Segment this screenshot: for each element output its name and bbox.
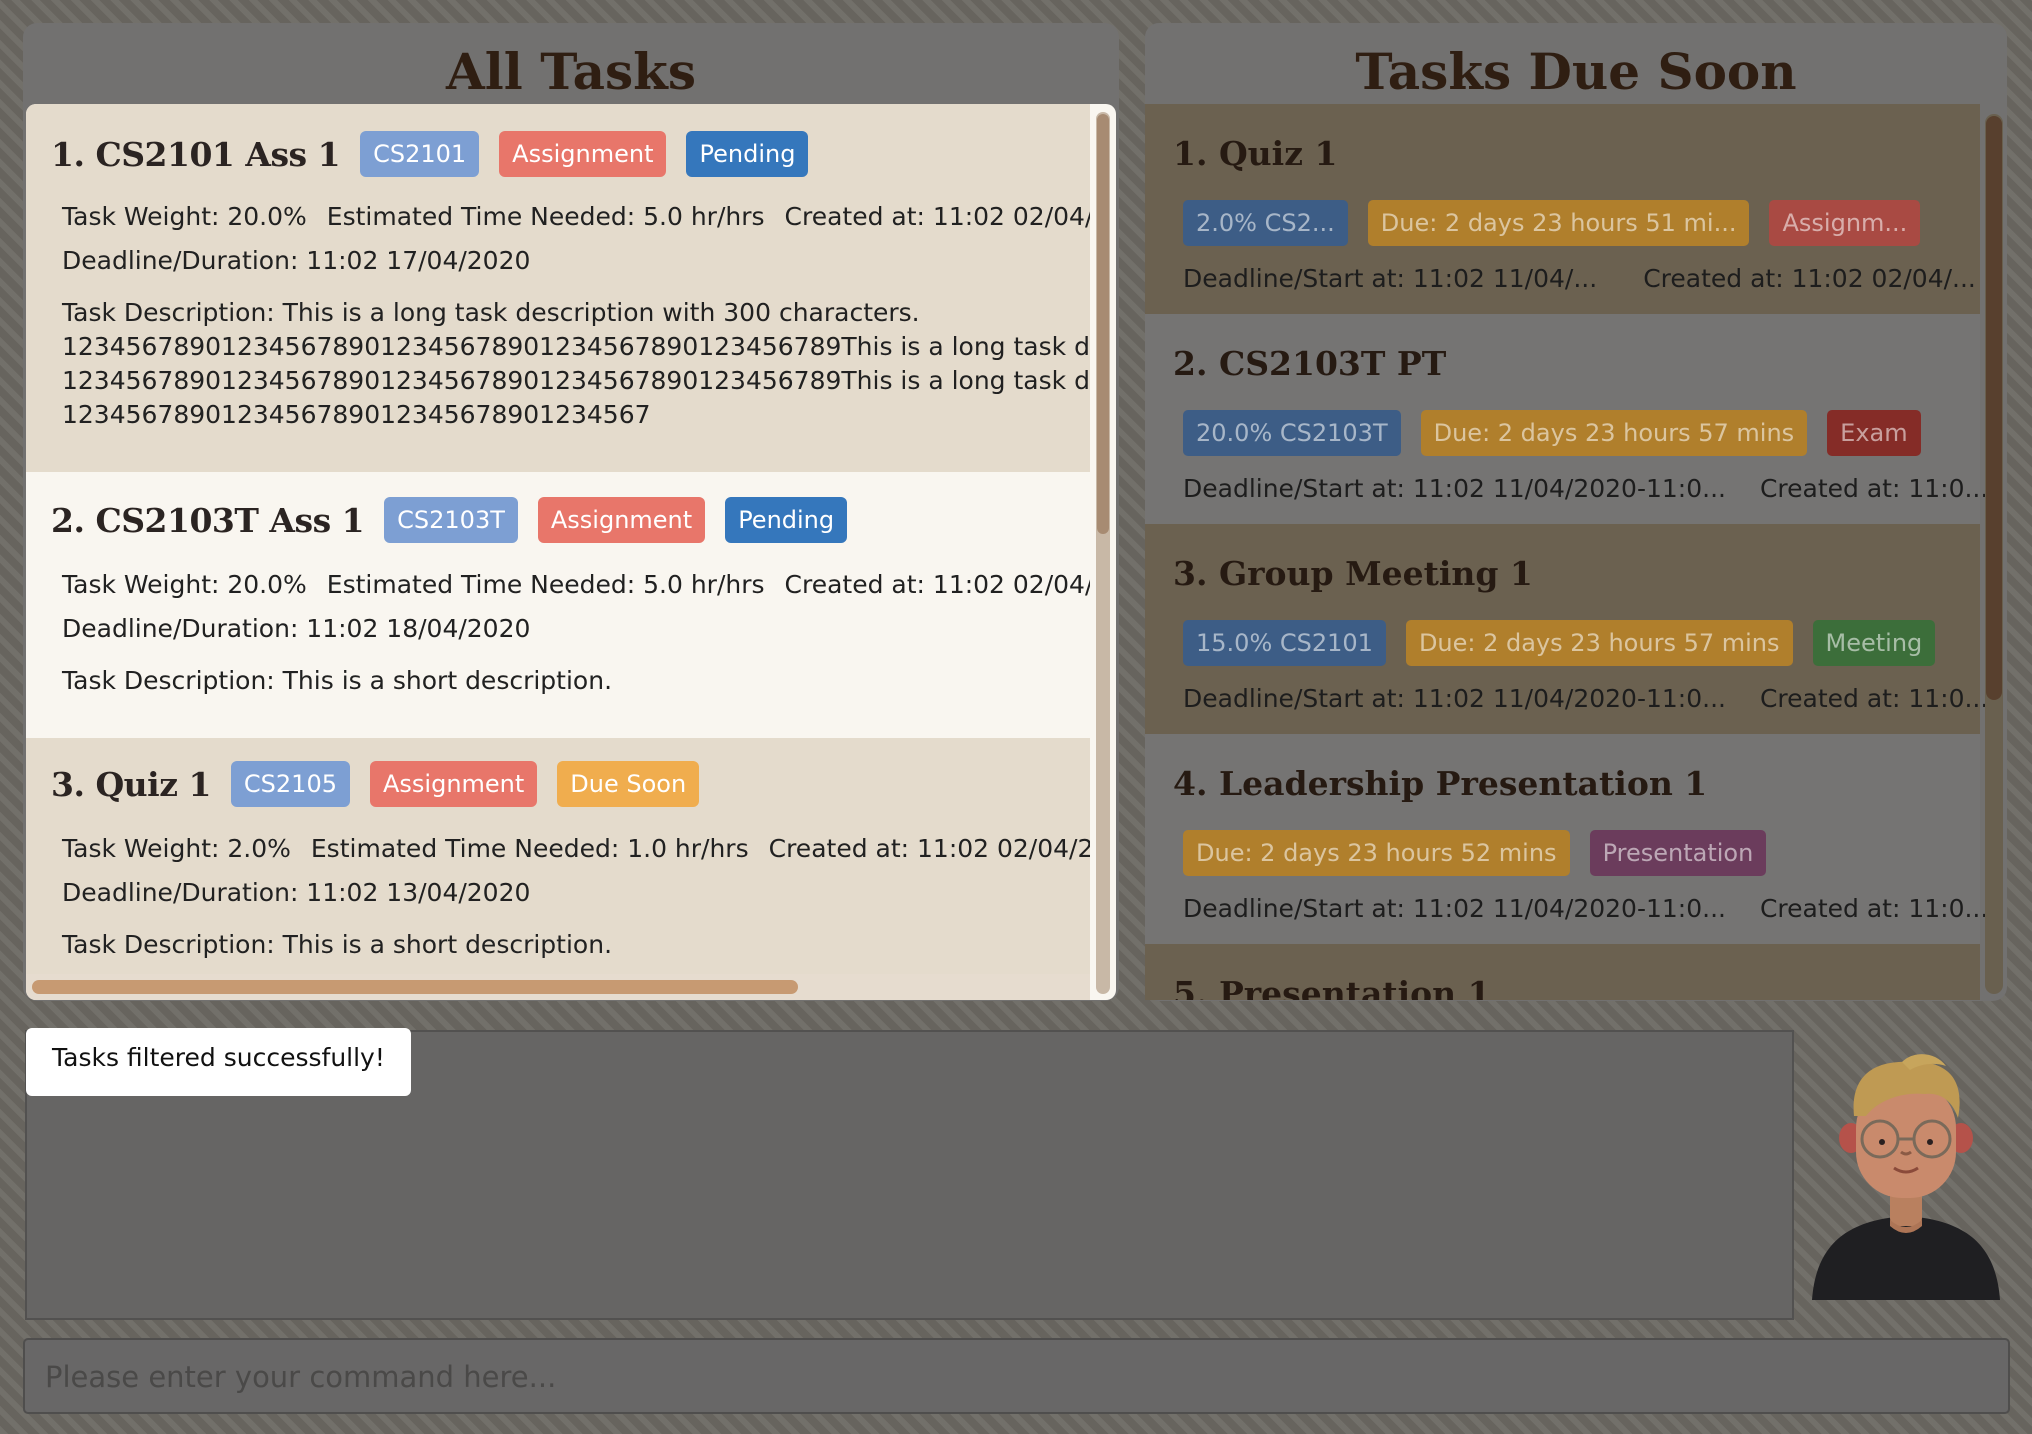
task-description: Task Description: This is a short descri… <box>62 930 613 959</box>
task-weight: Task Weight: 2.0% <box>62 834 291 863</box>
due-task-title: 2. CS2103T PT <box>1173 344 1447 383</box>
due-task-meta: Deadline/Start at: 11:02 11/04/... Create… <box>1183 264 1976 293</box>
task-weight: Task Weight: 20.0% <box>62 202 307 231</box>
weight-module-tag: 20.0% CS2103T <box>1183 410 1401 456</box>
type-tag: Exam <box>1827 410 1921 456</box>
type-tag: Assignm... <box>1769 200 1921 246</box>
task-time-needed: Estimated Time Needed: 5.0 hr/hrs <box>326 202 765 231</box>
due-task-tags: Due: 2 days 23 hours 52 mins Presentatio… <box>1183 830 1786 876</box>
due-in-tag: Due: 2 days 23 hours 51 mi... <box>1367 200 1750 246</box>
task-description: Task Description: This is a long task de… <box>62 298 1090 429</box>
avatar <box>1806 1020 2004 1300</box>
due-task-tags: 15.0% CS2101 Due: 2 days 23 hours 57 min… <box>1183 620 1955 666</box>
task-deadline: Deadline/Duration: 11:02 18/04/2020 <box>62 614 531 643</box>
type-tag: Assignment <box>537 497 706 543</box>
vertical-scrollbar-thumb[interactable] <box>1097 114 1109 534</box>
task-title: 3. Quiz 1 <box>51 764 211 804</box>
type-tag: Meeting <box>1812 620 1936 666</box>
horizontal-scrollbar-thumb[interactable] <box>32 980 798 994</box>
due-task-tags: 20.0% CS2103T Due: 2 days 23 hours 57 mi… <box>1183 410 1941 456</box>
task-title: 1. CS2101 Ass 1 <box>51 134 341 174</box>
status-tag: Due Soon <box>557 761 700 807</box>
module-tag: CS2101 <box>360 131 480 177</box>
due-task-title: 1. Quiz 1 <box>1173 134 1338 173</box>
due-task-card[interactable]: 5. Presentation 1 <box>1145 944 1980 1000</box>
due-soon-title: Tasks Due Soon <box>1355 42 1797 101</box>
task-title: 2. CS2103T Ass 1 <box>51 500 365 540</box>
task-header: 2. CS2103T Ass 1 CS2103T Assignment Pend… <box>51 496 867 544</box>
due-task-created: Created at: 11:0... <box>1759 894 1989 923</box>
task-deadline: Deadline/Duration: 11:02 13/04/2020 <box>62 878 531 907</box>
task-meta-line: Task Weight: 20.0% Estimated Time Needed:… <box>62 202 1090 231</box>
due-task-deadline: Deadline/Start at: 11:02 11/04/2020-11:0… <box>1183 684 1726 713</box>
weight-module-tag: 15.0% CS2101 <box>1183 620 1386 666</box>
due-in-tag: Due: 2 days 23 hours 57 mins <box>1420 410 1808 456</box>
task-meta-line: Task Weight: 2.0% Estimated Time Needed: … <box>62 834 1090 863</box>
task-time-needed: Estimated Time Needed: 5.0 hr/hrs <box>326 570 765 599</box>
weight-module-tag: 2.0% CS2... <box>1183 200 1348 246</box>
due-task-deadline: Deadline/Start at: 11:02 11/04/2020-11:0… <box>1183 474 1726 503</box>
all-tasks-list[interactable]: 1. CS2101 Ass 1 CS2101 Assignment Pendin… <box>26 104 1116 1000</box>
command-input[interactable] <box>43 1340 1987 1414</box>
task-meta-line: Task Weight: 20.0% Estimated Time Needed:… <box>62 570 1090 599</box>
all-tasks-title: All Tasks <box>446 42 696 101</box>
type-tag: Assignment <box>499 131 667 177</box>
type-tag: Assignment <box>369 761 538 807</box>
module-tag: CS2103T <box>384 497 518 543</box>
due-task-deadline: Deadline/Start at: 11:02 11/04/2020-11:0… <box>1183 894 1726 923</box>
type-tag: Presentation <box>1589 830 1767 876</box>
due-task-title: 4. Leadership Presentation 1 <box>1173 764 1708 803</box>
due-task-meta: Deadline/Start at: 11:02 11/04/2020-11:0… <box>1183 684 1988 713</box>
due-task-tags: 2.0% CS2... Due: 2 days 23 hours 51 mi..… <box>1183 200 1940 246</box>
task-header: 3. Quiz 1 CS2105 Assignment Due Soon <box>51 760 719 808</box>
task-weight: Task Weight: 20.0% <box>62 570 307 599</box>
task-card[interactable]: 2. CS2103T Ass 1 CS2103T Assignment Pend… <box>26 472 1090 738</box>
task-created-at: Created at: 11:02 02/04/2 <box>784 202 1090 231</box>
task-description: Task Description: This is a short descri… <box>62 666 613 695</box>
due-task-card[interactable]: 4. Leadership Presentation 1 Due: 2 days… <box>1145 734 1988 944</box>
task-card[interactable]: 1. CS2101 Ass 1 CS2101 Assignment Pendin… <box>26 104 1090 472</box>
task-created-at: Created at: 11:02 02/04/20 <box>768 834 1090 863</box>
due-task-card[interactable]: 2. CS2103T PT 20.0% CS2103T Due: 2 days … <box>1145 314 1988 524</box>
task-card[interactable]: 3. Quiz 1 CS2105 Assignment Due Soon Tas… <box>26 738 1090 1000</box>
due-task-created: Created at: 11:0... <box>1759 684 1989 713</box>
vertical-scrollbar-thumb[interactable] <box>1986 116 2002 700</box>
status-tag: Pending <box>686 131 809 177</box>
due-task-card[interactable]: 3. Group Meeting 1 15.0% CS2101 Due: 2 d… <box>1145 524 1988 734</box>
due-in-tag: Due: 2 days 23 hours 52 mins <box>1183 830 1570 876</box>
due-task-deadline: Deadline/Start at: 11:02 11/04/... <box>1183 264 1598 293</box>
task-header: 1. CS2101 Ass 1 CS2101 Assignment Pendin… <box>51 130 828 178</box>
cartoon-person-avatar-icon <box>1812 1054 2000 1300</box>
task-deadline: Deadline/Duration: 11:02 17/04/2020 <box>62 246 531 275</box>
due-task-meta: Deadline/Start at: 11:02 11/04/2020-11:0… <box>1183 474 1988 503</box>
status-tag: Pending <box>725 497 848 543</box>
result-message: Tasks filtered successfully! <box>26 1028 411 1096</box>
due-task-title: 5. Presentation 1 <box>1173 974 1491 1000</box>
due-task-meta: Deadline/Start at: 11:02 11/04/2020-11:0… <box>1183 894 1988 923</box>
due-soon-list[interactable]: 1. Quiz 1 2.0% CS2... Due: 2 days 23 hou… <box>1145 104 2007 1000</box>
due-task-title: 3. Group Meeting 1 <box>1173 554 1533 593</box>
task-time-needed: Estimated Time Needed: 1.0 hr/hrs <box>310 834 749 863</box>
module-tag: CS2105 <box>230 761 350 807</box>
due-task-card[interactable]: 1. Quiz 1 2.0% CS2... Due: 2 days 23 hou… <box>1145 104 1980 314</box>
due-in-tag: Due: 2 days 23 hours 57 mins <box>1405 620 1793 666</box>
command-box <box>23 1338 2010 1414</box>
task-created-at: Created at: 11:02 02/04/2 <box>784 570 1090 599</box>
due-task-created: Created at: 11:02 02/04/... <box>1643 264 1976 293</box>
due-task-created: Created at: 11:0... <box>1759 474 1989 503</box>
